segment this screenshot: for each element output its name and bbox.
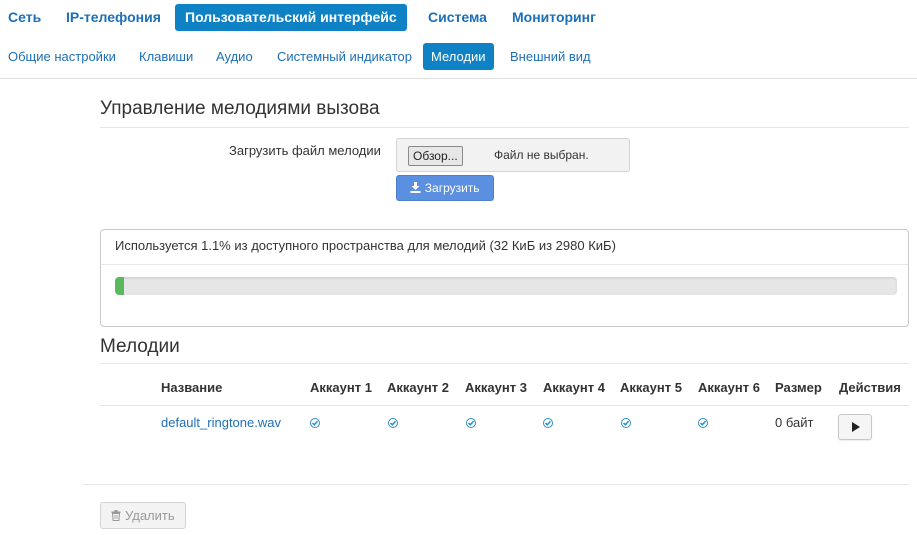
tab-melodies[interactable]: Мелодии xyxy=(423,43,494,70)
storage-progress-bar xyxy=(115,277,897,295)
nav-user-interface[interactable]: Пользовательский интерфейс xyxy=(175,4,407,31)
check-circle-icon xyxy=(698,418,708,428)
check-circle-icon xyxy=(388,418,398,428)
section-title-melodies: Мелодии xyxy=(100,336,180,357)
tab-keys[interactable]: Клавиши xyxy=(131,43,201,70)
check-circle-icon xyxy=(310,418,320,428)
column-header-account-5: Аккаунт 5 xyxy=(620,380,682,395)
column-header-account-2: Аккаунт 2 xyxy=(387,380,449,395)
storage-panel: Используется 1.1% из доступного простран… xyxy=(100,229,909,327)
check-circle-icon xyxy=(621,418,631,428)
column-header-size: Размер xyxy=(775,380,822,395)
column-header-account-1: Аккаунт 1 xyxy=(310,380,372,395)
melody-name-link[interactable]: default_ringtone.wav xyxy=(161,415,281,430)
storage-panel-header: Используется 1.1% из доступного простран… xyxy=(101,230,908,265)
play-icon xyxy=(852,422,860,432)
column-header-account-4: Аккаунт 4 xyxy=(543,380,605,395)
section-title-ringtone-management: Управление мелодиями вызова xyxy=(100,98,380,119)
tab-system-indicator[interactable]: Системный индикатор xyxy=(269,43,420,70)
download-icon xyxy=(410,182,421,193)
upload-file-label: Загрузить файл мелодии xyxy=(229,143,381,158)
upload-button-label: Загрузить xyxy=(424,181,480,195)
table-header-divider xyxy=(100,405,909,406)
file-input[interactable]: Обзор... Файл не выбран. xyxy=(396,138,630,172)
storage-usage-text: Используется 1.1% из доступного простран… xyxy=(115,238,616,253)
section-divider xyxy=(100,127,909,128)
subnav-divider xyxy=(0,78,917,79)
tab-appearance[interactable]: Внешний вид xyxy=(502,43,599,70)
storage-progress-fill xyxy=(115,277,124,295)
column-header-account-6: Аккаунт 6 xyxy=(698,380,760,395)
tab-general-settings[interactable]: Общие настройки xyxy=(0,43,124,70)
nav-monitoring[interactable]: Мониторинг xyxy=(502,4,606,31)
footer-divider xyxy=(83,484,909,485)
upload-button[interactable]: Загрузить xyxy=(396,175,494,201)
file-status: Файл не выбран. xyxy=(494,148,589,162)
delete-button-label: Удалить xyxy=(124,508,175,523)
play-button[interactable] xyxy=(838,414,872,440)
melody-size: 0 байт xyxy=(775,415,814,430)
nav-network[interactable]: Сеть xyxy=(0,4,51,31)
delete-button[interactable]: Удалить xyxy=(100,502,186,529)
trash-icon xyxy=(111,510,121,521)
nav-ip-telephony[interactable]: IP-телефония xyxy=(56,4,171,31)
column-header-actions: Действия xyxy=(839,380,901,395)
nav-system[interactable]: Система xyxy=(418,4,497,31)
melodies-divider xyxy=(100,363,909,364)
column-header-name: Название xyxy=(161,380,223,395)
column-header-account-3: Аккаунт 3 xyxy=(465,380,527,395)
browse-button[interactable]: Обзор... xyxy=(408,146,463,166)
tab-audio[interactable]: Аудио xyxy=(208,43,261,70)
check-circle-icon xyxy=(543,418,553,428)
check-circle-icon xyxy=(466,418,476,428)
